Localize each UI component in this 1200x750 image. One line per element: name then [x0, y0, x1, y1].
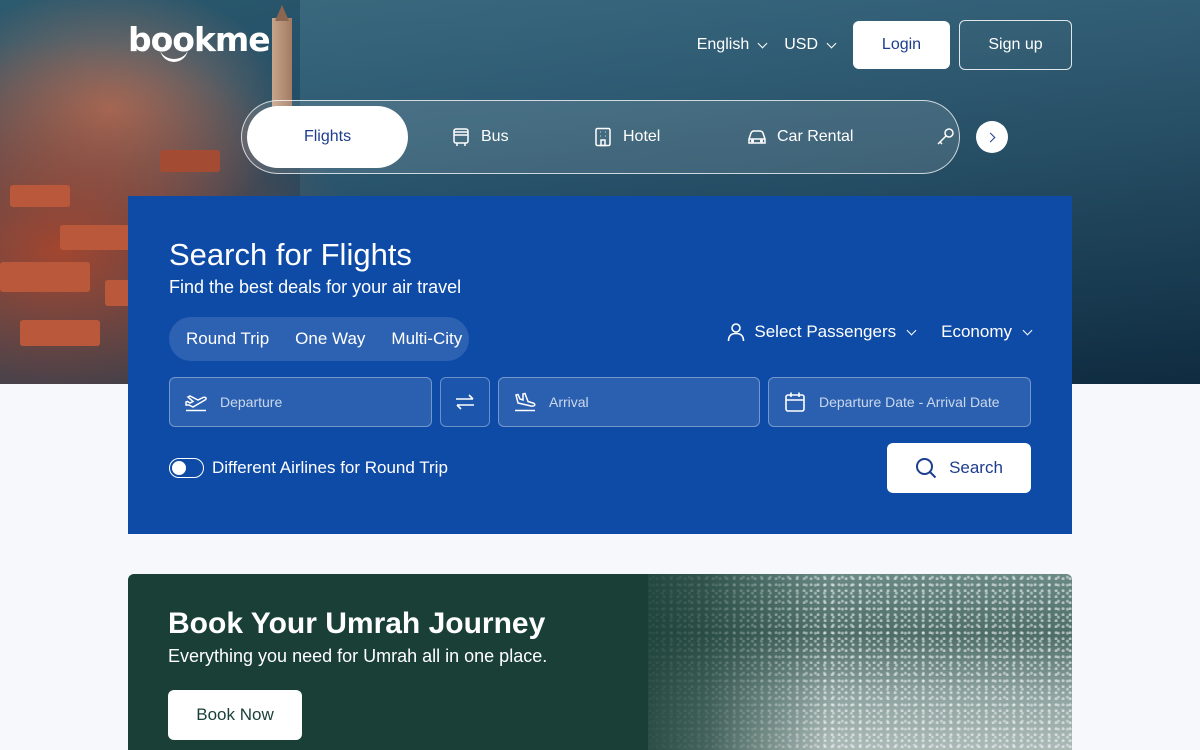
search-subtitle: Find the best deals for your air travel — [169, 277, 462, 297]
calendar-icon — [785, 392, 805, 412]
search-icon — [916, 458, 937, 479]
arrival-input[interactable] — [549, 394, 729, 410]
category-tabs: Flights Bus Hotel Car Rental — [241, 100, 960, 174]
umrah-banner: Book Your Umrah Journey Everything you n… — [128, 574, 1072, 750]
departure-input[interactable] — [220, 394, 400, 410]
chevron-right-icon — [985, 132, 996, 142]
chevron-down-icon — [906, 325, 917, 335]
login-button[interactable]: Login — [853, 21, 950, 69]
swap-button[interactable] — [440, 377, 490, 427]
different-airlines-row: Different Airlines for Round Trip — [169, 458, 448, 478]
trip-type-one-way[interactable]: One Way — [295, 329, 365, 349]
rooftop — [10, 185, 70, 207]
different-airlines-label: Different Airlines for Round Trip — [212, 458, 448, 477]
umrah-title: Book Your Umrah Journey — [168, 607, 546, 640]
page: bookme English USD Login Sign up Flights… — [0, 0, 1200, 750]
cabin-class-dropdown[interactable]: Economy — [941, 322, 1033, 342]
tab-bus-label: Bus — [481, 127, 509, 145]
chevron-down-icon — [1022, 325, 1033, 335]
user-icon — [728, 323, 745, 342]
chevron-down-icon — [826, 38, 837, 48]
key-icon — [937, 127, 954, 145]
search-button[interactable]: Search — [887, 443, 1031, 493]
plane-landing-icon — [515, 392, 536, 412]
currency-label: USD — [784, 36, 818, 53]
rooftop — [20, 320, 100, 346]
trip-type-selector: Round Trip One Way Multi-City — [169, 317, 469, 361]
flight-search-card: Search for Flights Find the best deals f… — [128, 196, 1072, 534]
passenger-class-controls: Select Passengers Economy — [726, 322, 1033, 342]
trip-type-round-trip[interactable]: Round Trip — [186, 329, 269, 349]
language-label: English — [696, 36, 750, 53]
bus-icon — [453, 127, 469, 146]
logo-text: bookme — [128, 20, 271, 59]
rooftop — [60, 225, 135, 250]
car-icon — [748, 129, 766, 144]
passengers-label: Select Passengers — [754, 322, 897, 341]
trip-type-multi-city[interactable]: Multi-City — [391, 329, 462, 349]
tab-flights[interactable]: Flights — [247, 106, 408, 168]
book-now-button[interactable]: Book Now — [168, 690, 302, 740]
tab-hotel-label: Hotel — [623, 127, 661, 145]
umrah-image-fade — [608, 574, 828, 750]
bookme-logo[interactable]: bookme — [128, 20, 271, 59]
tab-more[interactable] — [935, 101, 955, 172]
arrival-field[interactable] — [498, 377, 760, 427]
signup-button[interactable]: Sign up — [959, 20, 1072, 70]
departure-field[interactable] — [169, 377, 432, 427]
hotel-icon — [595, 127, 611, 146]
tab-hotel[interactable]: Hotel — [593, 101, 660, 172]
tab-car-rental[interactable]: Car Rental — [747, 101, 853, 172]
passengers-dropdown[interactable]: Select Passengers — [726, 322, 917, 342]
chevron-down-icon — [757, 38, 768, 48]
plane-takeoff-icon — [185, 395, 207, 412]
search-title: Search for Flights — [169, 237, 412, 272]
rooftop — [0, 262, 90, 292]
umrah-subtitle: Everything you need for Umrah all in one… — [168, 646, 548, 666]
search-button-label: Search — [949, 458, 1003, 477]
date-range-field[interactable] — [768, 377, 1031, 427]
cabin-class-label: Economy — [941, 322, 1012, 341]
rooftop — [160, 150, 220, 172]
different-airlines-toggle[interactable] — [169, 458, 204, 478]
swap-arrows-icon — [456, 394, 474, 410]
tab-bus[interactable]: Bus — [451, 101, 509, 172]
currency-dropdown[interactable]: USD — [784, 36, 837, 54]
tabs-next-button[interactable] — [976, 121, 1008, 153]
header-actions: English USD Login Sign up — [697, 20, 1072, 70]
date-range-input[interactable] — [819, 394, 1029, 410]
church-tower-spire — [275, 5, 289, 21]
language-dropdown[interactable]: English — [696, 36, 768, 54]
tab-flights-label: Flights — [303, 128, 352, 145]
tab-car-rental-label: Car Rental — [777, 127, 854, 145]
